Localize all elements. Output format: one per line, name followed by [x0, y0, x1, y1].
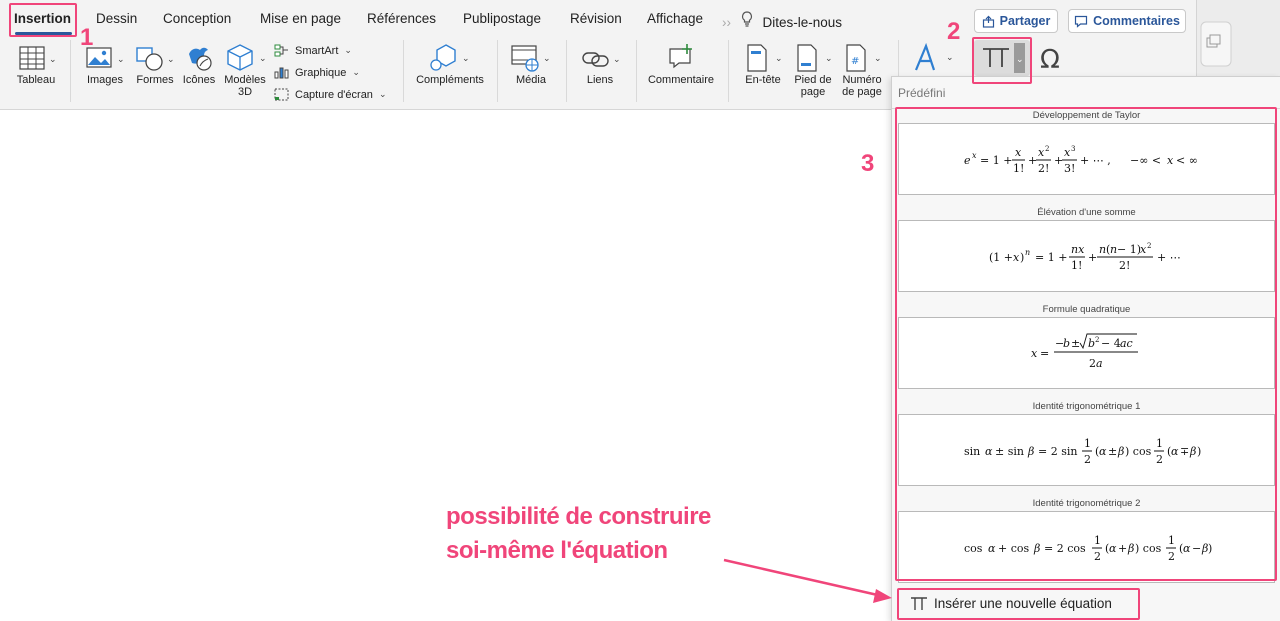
annotation-arrow [723, 558, 892, 603]
